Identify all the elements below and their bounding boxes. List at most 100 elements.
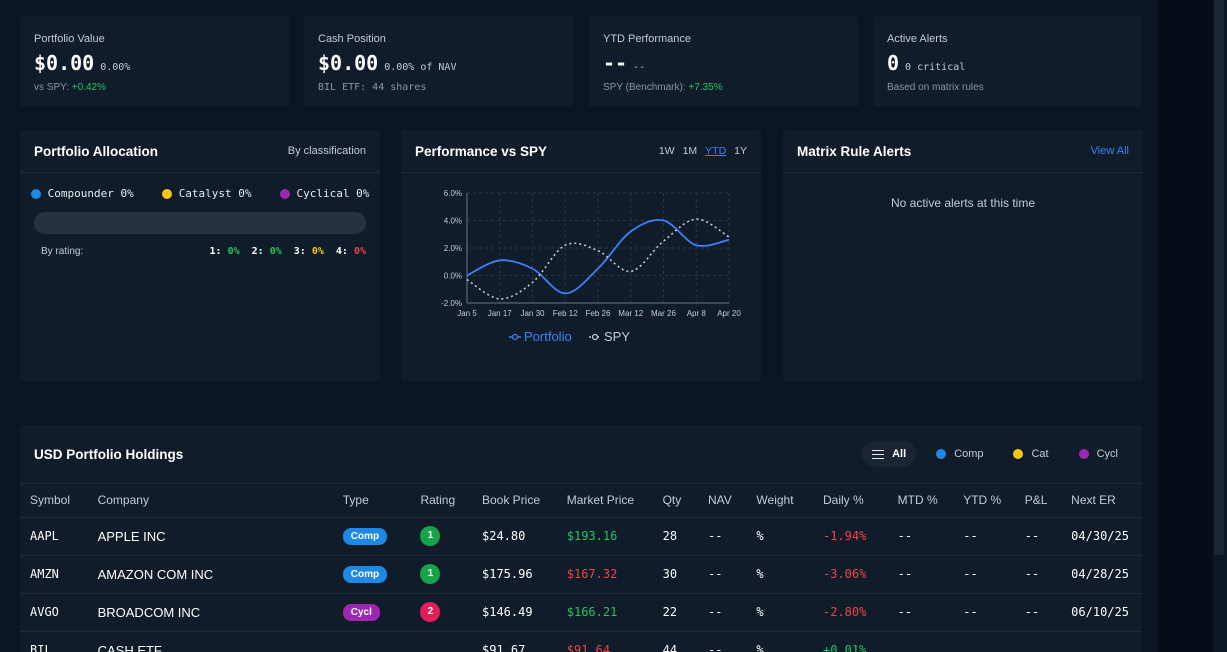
- column-header[interactable]: Next ER: [1061, 484, 1142, 518]
- cell-ytd: --: [953, 555, 1015, 594]
- cell-er: 04/28/25: [1061, 555, 1142, 594]
- range-tab-ytd[interactable]: YTD: [705, 145, 726, 157]
- x-tick-label: Mar 26: [651, 309, 676, 318]
- rating-key: 4:: [335, 246, 348, 257]
- legend-label-portfolio: Portfolio: [524, 329, 572, 344]
- stat-value: --: [603, 51, 628, 75]
- cell-daily: +0.01%: [812, 631, 888, 652]
- range-tab-1y[interactable]: 1Y: [734, 145, 747, 157]
- catalyst-dot-icon: [161, 188, 172, 199]
- range-tab-1w[interactable]: 1W: [659, 145, 675, 157]
- y-tick-label: 4.0%: [444, 217, 462, 226]
- cell-mtd: --: [887, 555, 954, 594]
- ytd-performance-card: YTD Performance -- -- SPY (Benchmark): +…: [589, 16, 858, 107]
- cell-company: CASH ETF: [87, 631, 333, 652]
- rating-badge: 1: [420, 526, 441, 546]
- allocation-bar: [34, 212, 366, 234]
- portfolio-allocation-panel: Portfolio Allocation By classification C…: [20, 130, 380, 381]
- stat-label: Cash Position: [318, 33, 386, 45]
- legend-label-spy: SPY: [604, 329, 630, 344]
- column-header[interactable]: Type: [332, 484, 411, 518]
- cell-type: [332, 631, 411, 652]
- y-tick-label: 0.0%: [444, 272, 462, 281]
- column-header[interactable]: Company: [87, 484, 333, 518]
- column-header[interactable]: Symbol: [20, 484, 88, 518]
- table-header-row: Symbol Company Type Rating Book Price Market …: [20, 484, 1142, 518]
- cell-pl: --: [1014, 517, 1062, 556]
- column-header[interactable]: Market Price: [556, 484, 653, 518]
- table-row[interactable]: BIL CASH ETF $91.67 $91.64 44 --% +0.01%: [20, 631, 1142, 652]
- stat-sub-value: +7.35%: [688, 82, 723, 93]
- cell-ytd: [953, 631, 1015, 652]
- column-header[interactable]: Book Price: [472, 484, 557, 518]
- rating-breakdown: 1: 0% 2: 0% 3: 0% 4: 0%: [210, 246, 367, 257]
- cell-rating: [410, 631, 472, 652]
- table-row[interactable]: AVGO BROADCOM INC Cycl 2 $146.49 $166.21 22 --%…: [20, 593, 1142, 632]
- cell-er: 06/10/25: [1061, 593, 1142, 632]
- legend-label: Compounder 0%: [47, 187, 134, 200]
- cell-symbol: AVGO: [20, 593, 88, 632]
- allocation-mode-label[interactable]: By classification: [288, 145, 366, 157]
- filter-label: Cycl: [1096, 448, 1118, 460]
- holdings-filters: All Comp Cat Cycl: [862, 441, 1128, 467]
- stat-sub-label: SPY (Benchmark):: [603, 82, 689, 93]
- cell-er: 04/30/25: [1061, 517, 1142, 556]
- column-header[interactable]: Rating: [410, 484, 472, 518]
- cell-daily: -3.06%: [812, 555, 888, 594]
- cell-mtd: --: [887, 593, 954, 632]
- cell-qty: 44: [652, 631, 698, 652]
- cell-market: $193.16: [556, 517, 653, 556]
- column-header[interactable]: Daily %: [812, 484, 888, 518]
- holdings-panel: USD Portfolio Holdings All Comp Cat Cycl: [20, 425, 1142, 652]
- cell-rating: 1: [410, 555, 472, 594]
- cell-symbol: AAPL: [20, 517, 88, 556]
- column-header[interactable]: YTD %: [953, 484, 1015, 518]
- view-all-link[interactable]: View All: [1091, 145, 1129, 157]
- column-header[interactable]: Qty: [652, 484, 698, 518]
- cell-rating: 2: [410, 593, 472, 632]
- rating-badge: 2: [420, 602, 441, 622]
- y-tick-label: 2.0%: [444, 244, 462, 253]
- column-header[interactable]: P&L: [1014, 484, 1062, 518]
- rating-value: 0%: [311, 246, 324, 257]
- table-row[interactable]: AMZN AMAZON COM INC Comp 1 $175.96 $167.32 30-…: [20, 555, 1142, 594]
- cell-type: Comp: [332, 555, 411, 594]
- legend-marker-dot: [511, 333, 519, 341]
- empty-alerts-message: No active alerts at this time: [890, 196, 1036, 210]
- filter-cat[interactable]: Cat: [1003, 441, 1058, 467]
- column-header[interactable]: Weight: [746, 484, 813, 518]
- scrollbar-thumb[interactable]: [1214, 0, 1224, 555]
- stat-label: Active Alerts: [887, 33, 948, 45]
- stat-value-suffix: 0.00%: [100, 62, 131, 73]
- table-row[interactable]: AAPL APPLE INC Comp 1 $24.80 $193.16 28 --% -1.9…: [20, 517, 1142, 556]
- cell-qty: 28: [652, 517, 698, 556]
- cell-book: $175.96: [472, 555, 557, 594]
- cell-nav: --: [697, 631, 747, 652]
- stat-value: 0: [887, 51, 900, 75]
- column-header[interactable]: NAV: [697, 484, 747, 518]
- cell-ytd: --: [953, 517, 1015, 556]
- cell-pl: --: [1014, 593, 1062, 632]
- legend-label: Cyclical 0%: [296, 187, 370, 200]
- cell-symbol: AMZN: [20, 555, 88, 594]
- performance-panel: Performance vs SPY 1W 1M YTD 1Y 6.0% 4.0%…: [401, 130, 761, 381]
- comp-dot-icon: [936, 449, 947, 459]
- legend-compounder: Compounder 0%: [30, 187, 134, 200]
- cell-market: $91.64: [556, 631, 653, 652]
- holdings-table: Symbol Company Type Rating Book Price Market …: [20, 484, 1142, 652]
- filter-cycl[interactable]: Cycl: [1069, 441, 1128, 467]
- type-badge: Cycl: [342, 604, 380, 621]
- column-header[interactable]: MTD %: [887, 484, 954, 518]
- stat-value: $0.00: [318, 51, 379, 75]
- x-tick-label: Feb 26: [586, 309, 611, 318]
- filter-all[interactable]: All: [862, 441, 917, 467]
- cell-ytd: --: [953, 593, 1015, 632]
- rating-badge: 1: [420, 564, 441, 584]
- stat-label: Portfolio Value: [34, 33, 105, 45]
- cell-book: $146.49: [472, 593, 557, 632]
- cell-mtd: [887, 631, 954, 652]
- cell-pl: --: [1014, 555, 1062, 594]
- range-tab-1m[interactable]: 1M: [683, 145, 698, 157]
- cell-company: APPLE INC: [87, 517, 333, 556]
- filter-comp[interactable]: Comp: [926, 441, 993, 467]
